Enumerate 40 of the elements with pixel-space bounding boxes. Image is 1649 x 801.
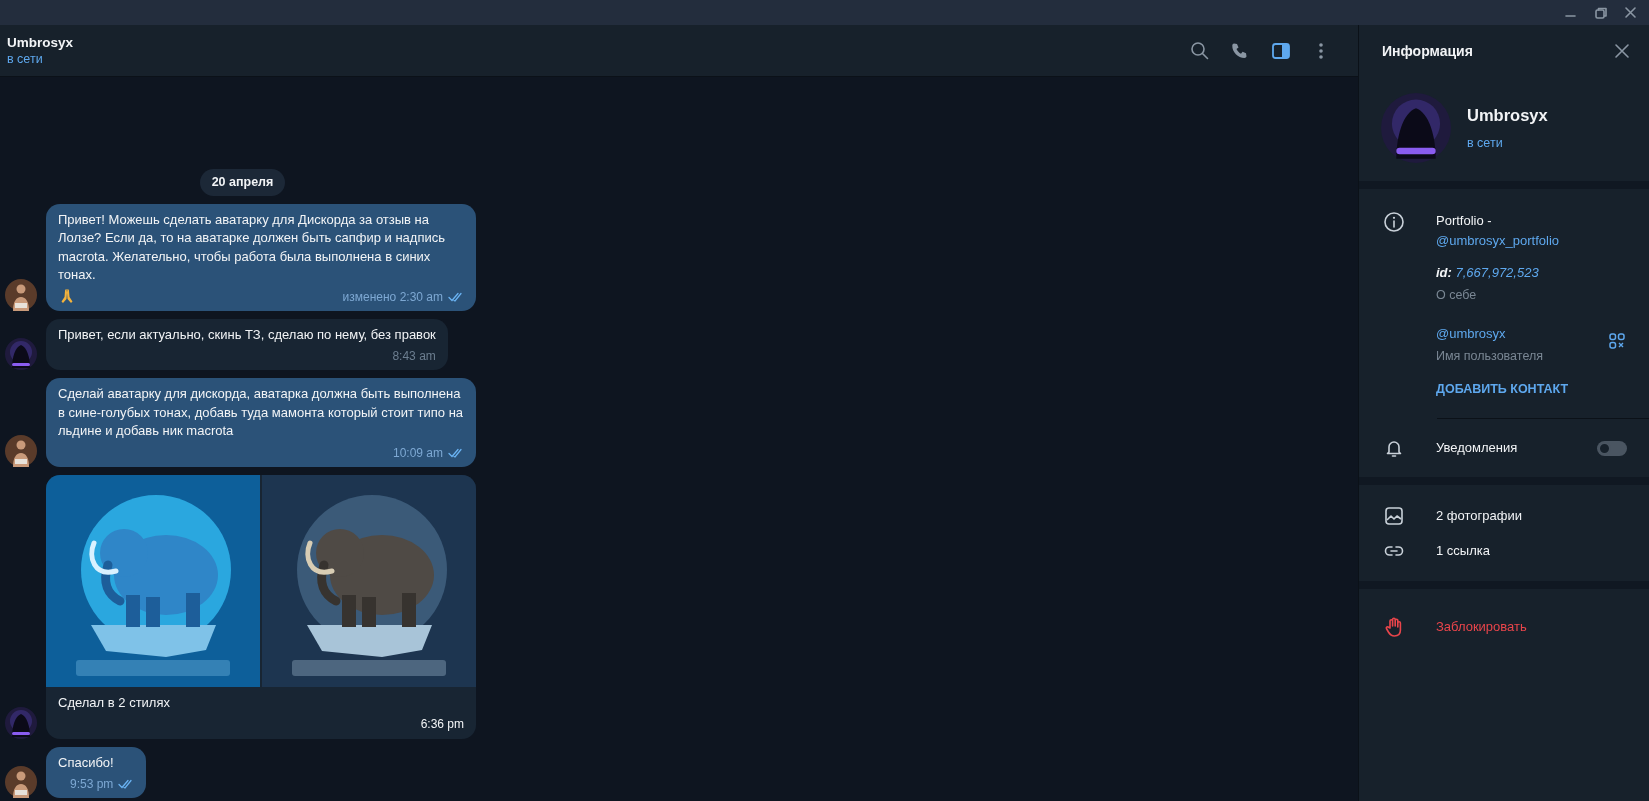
user-id: 7,667,972,523 xyxy=(1455,265,1539,280)
field-caption: О себе xyxy=(1436,286,1478,304)
avatar xyxy=(5,278,37,311)
notifications-toggle[interactable] xyxy=(1597,440,1627,456)
avatar xyxy=(5,434,37,467)
info-icon xyxy=(1383,211,1405,233)
message-text: Привет, если актуально, скинь ТЗ, сделаю по нему, без правок xyxy=(58,325,436,344)
notifications-label: Уведомления xyxy=(1436,440,1518,456)
avatar xyxy=(5,338,37,370)
message-text: Привет! Можешь сделать аватарку для Дискорда за отзыв на Лолзе? Если да, то на аватарке должен быть сапфир и надпись macrota. Желательно, чтобы работа была выполнена в синих тонах. xyxy=(58,210,446,284)
photo-caption: Сделал в 2 стилях xyxy=(58,693,171,712)
date-label: 20 апреля xyxy=(199,168,286,196)
close-icon[interactable] xyxy=(1613,42,1631,60)
online-status: в сети xyxy=(1467,135,1504,152)
online-status: в сети xyxy=(7,50,44,67)
message-time: 6:36 pm xyxy=(420,715,464,732)
media-link[interactable]: 1 ссылка xyxy=(1436,543,1490,558)
message-time: изменено 2:30 am xyxy=(342,288,443,305)
message-time: 8:43 am xyxy=(392,348,436,364)
block-user-link[interactable]: Заблокировать xyxy=(1436,619,1527,635)
bio-text: Portfolio - xyxy=(1436,212,1493,230)
search-icon[interactable] xyxy=(1188,39,1211,62)
message-time: 9:53 pm xyxy=(70,776,114,792)
message-text: Сделай аватарку для дискорда, аватарка должна быть выполнена в сине-голубых тонах, добавь туда мамонта который стоит типо на льдине и добавь ник macrota xyxy=(58,385,464,440)
profile-avatar xyxy=(1381,93,1451,163)
message-text: Спасибо! xyxy=(58,753,115,772)
media-link[interactable]: 2 фотографии xyxy=(1436,508,1522,523)
field-caption: Имя пользователя xyxy=(1436,347,1544,365)
profile-name: Umbrosyx xyxy=(1467,105,1548,127)
panel-title: Информация xyxy=(1382,41,1473,61)
image-icon xyxy=(1383,504,1405,527)
chat-title: Umbrosyx xyxy=(7,34,75,51)
qr-code-icon[interactable] xyxy=(1609,332,1625,349)
message-time: 10:09 am xyxy=(392,444,443,461)
avatar xyxy=(5,706,37,739)
bio-link[interactable]: @umbrosyx_portfolio xyxy=(1436,230,1629,250)
avatar xyxy=(5,766,37,798)
username-link[interactable]: @umbrosyx xyxy=(1436,324,1578,344)
id-label: id: xyxy=(1436,265,1452,280)
add-contact-button[interactable]: ДОБАВИТЬ КОНТАКТ xyxy=(1436,379,1569,399)
